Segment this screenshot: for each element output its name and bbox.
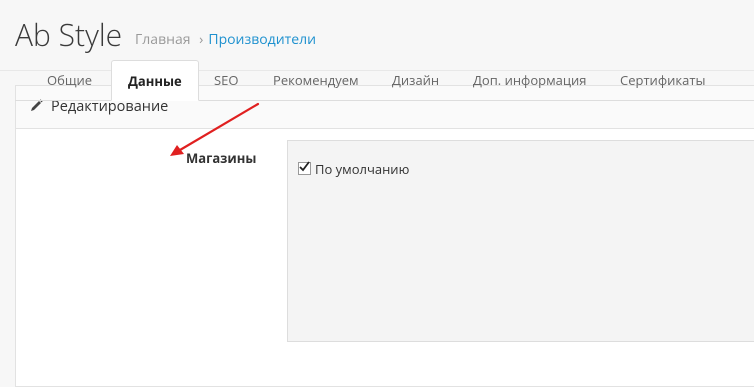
tab-general[interactable]: Общие xyxy=(31,60,108,100)
breadcrumb-separator: › xyxy=(199,30,204,49)
tab-bar: Общие Данные SEO Рекомендуем Дизайн Доп.… xyxy=(15,60,754,101)
default-store-checkbox[interactable]: По умолчанию xyxy=(298,161,409,177)
tab-certificates[interactable]: Сертификаты xyxy=(604,60,721,100)
tab-design[interactable]: Дизайн xyxy=(376,60,455,100)
tab-data[interactable]: Данные xyxy=(111,60,199,101)
tab-seo[interactable]: SEO xyxy=(198,60,254,100)
app-title: Ab Style xyxy=(15,14,123,55)
tab-recommended[interactable]: Рекомендуем xyxy=(257,60,375,100)
default-store-label: По умолчанию xyxy=(315,160,410,178)
stores-label: Магазины xyxy=(186,149,257,167)
breadcrumb-home[interactable]: Главная xyxy=(135,30,191,49)
breadcrumb: Главная › Производители xyxy=(135,31,316,49)
checkbox-box[interactable] xyxy=(298,161,311,175)
stores-well: По умолчанию xyxy=(287,140,754,342)
pencil-icon xyxy=(30,98,44,118)
tab-extra-info[interactable]: Доп. информация xyxy=(457,60,603,100)
breadcrumb-current[interactable]: Производители xyxy=(208,30,316,49)
